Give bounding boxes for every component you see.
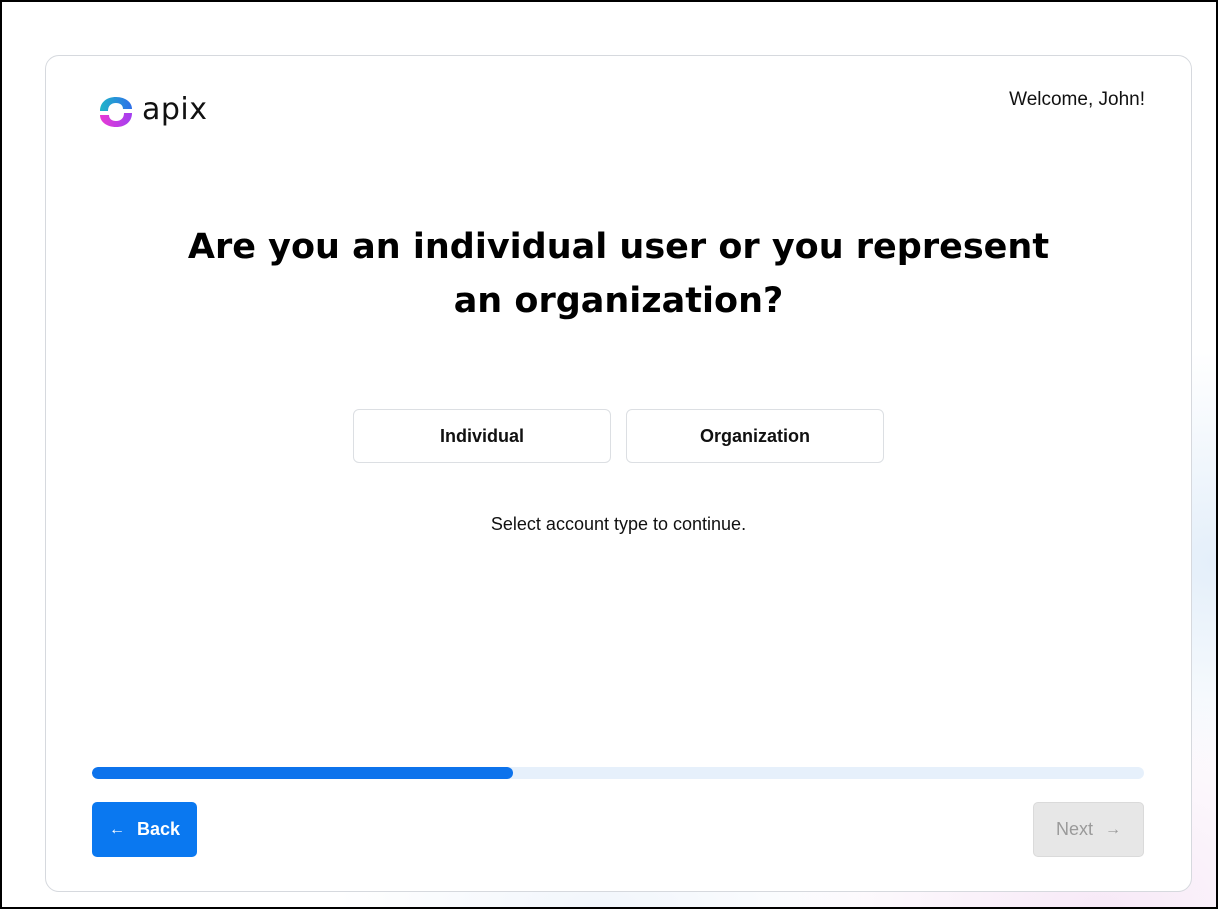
progress-bar-fill: [92, 767, 513, 779]
brand-name: apix: [142, 92, 208, 127]
page-title: Are you an individual user or you repres…: [187, 227, 1050, 321]
onboarding-card: apix Welcome, John! Are you an individua…: [45, 55, 1192, 892]
apix-logo-icon: [100, 97, 132, 127]
selection-hint: Select account type to continue.: [490, 514, 747, 534]
next-button-label: Next: [1055, 819, 1093, 839]
back-button-label: Back: [136, 819, 181, 839]
progress-bar: [92, 767, 1144, 779]
page-frame: apix Welcome, John! Are you an individua…: [0, 0, 1218, 909]
organization-option-button[interactable]: Organization: [626, 409, 884, 463]
individual-option-button[interactable]: Individual: [353, 409, 611, 463]
arrow-right-icon: →: [1105, 820, 1121, 838]
arrow-left-icon: ←: [108, 820, 125, 838]
next-button[interactable]: Next →: [1033, 802, 1144, 857]
brand-logo: apix: [96, 94, 208, 130]
welcome-message: Welcome, John!: [1009, 89, 1145, 110]
back-button[interactable]: ← Back: [92, 802, 197, 857]
